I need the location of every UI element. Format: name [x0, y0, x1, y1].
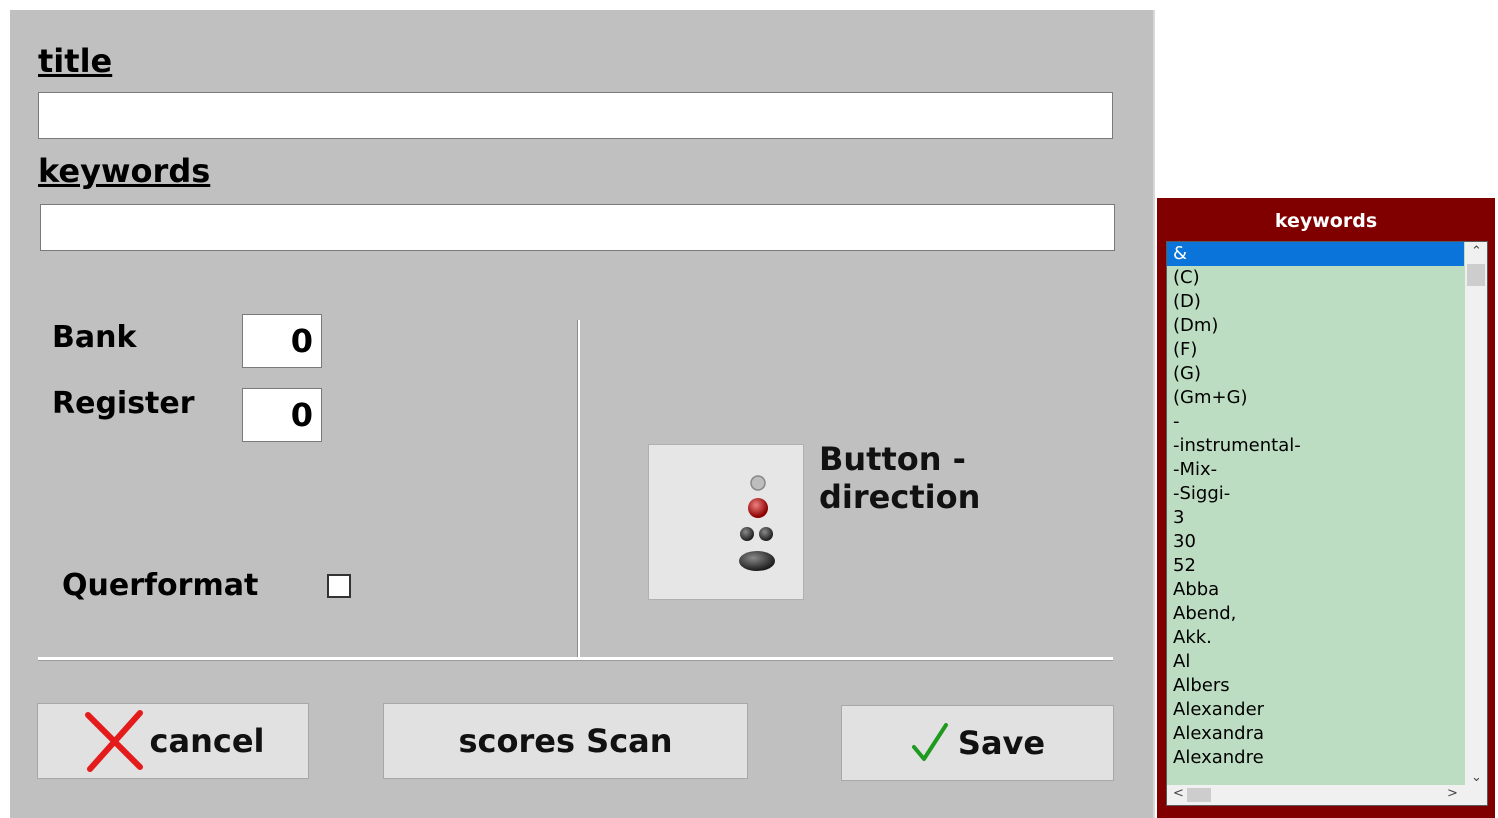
horizontal-divider	[38, 657, 1113, 663]
keyword-item[interactable]: -instrumental-	[1167, 434, 1464, 458]
keyword-item[interactable]: Albers	[1167, 674, 1464, 698]
vertical-divider	[577, 320, 581, 662]
keyword-item[interactable]: -	[1167, 410, 1464, 434]
keywords-panel: keywords & (C) (D) (Dm) (F) (G) (Gm+G) - -instru…	[1157, 198, 1495, 818]
keyword-item[interactable]: Abba	[1167, 578, 1464, 602]
keywords-list[interactable]: & (C) (D) (Dm) (F) (G) (Gm+G) - -instrumental- -M…	[1166, 241, 1488, 806]
scroll-up-arrow-icon[interactable]: ⌃	[1471, 244, 1482, 259]
landscape-label: Querformat	[62, 568, 259, 603]
keyword-item[interactable]: Alexandre	[1167, 746, 1464, 770]
cancel-label: cancel	[149, 722, 265, 760]
keywords-panel-title: keywords	[1274, 210, 1378, 232]
bank-input[interactable]: 0	[242, 314, 322, 368]
keyword-item[interactable]: Akk.	[1167, 626, 1464, 650]
dialog-edge	[1153, 10, 1155, 818]
scroll-right-arrow-icon[interactable]: >	[1447, 786, 1458, 801]
scroll-left-arrow-icon[interactable]: <	[1173, 786, 1184, 801]
scroll-down-arrow-icon[interactable]: ⌄	[1471, 770, 1482, 785]
scores-scan-label: scores Scan	[458, 722, 673, 760]
save-button[interactable]: Save	[841, 705, 1114, 781]
save-label: Save	[957, 724, 1046, 762]
direction-button[interactable]	[648, 444, 804, 600]
keyword-item[interactable]: Alexandra	[1167, 722, 1464, 746]
keyword-item[interactable]: -Mix-	[1167, 458, 1464, 482]
vertical-scrollbar[interactable]: ⌃ ⌄	[1465, 242, 1487, 787]
keyword-item[interactable]: (C)	[1167, 266, 1464, 290]
direction-icon	[739, 475, 775, 571]
register-label: Register	[52, 386, 195, 421]
keywords-input[interactable]	[40, 204, 1115, 251]
horizontal-scrollbar[interactable]: < >	[1167, 785, 1487, 805]
keyword-item[interactable]: Al	[1167, 650, 1464, 674]
direction-label: Button - direction	[819, 440, 981, 516]
landscape-checkbox[interactable]	[327, 574, 351, 598]
keywords-items: & (C) (D) (Dm) (F) (G) (Gm+G) - -instrumental- -M…	[1167, 242, 1464, 770]
keyword-item[interactable]: 30	[1167, 530, 1464, 554]
keywords-heading: keywords	[38, 152, 211, 190]
keyword-item[interactable]: (G)	[1167, 362, 1464, 386]
bank-label: Bank	[52, 320, 137, 355]
register-input[interactable]: 0	[242, 388, 322, 442]
keyword-item[interactable]: (D)	[1167, 290, 1464, 314]
title-input[interactable]	[38, 92, 1113, 139]
keyword-item[interactable]: Alexander	[1167, 698, 1464, 722]
title-heading: title	[38, 42, 113, 80]
keyword-item[interactable]: (F)	[1167, 338, 1464, 362]
keyword-item[interactable]: &	[1167, 242, 1464, 266]
keyword-item[interactable]: Abend,	[1167, 602, 1464, 626]
keyword-item[interactable]: (Gm+G)	[1167, 386, 1464, 410]
keyword-item[interactable]: (Dm)	[1167, 314, 1464, 338]
checkmark-icon	[911, 723, 948, 761]
cancel-x-icon	[84, 710, 143, 772]
keyword-item[interactable]: 52	[1167, 554, 1464, 578]
keyword-item[interactable]: 3	[1167, 506, 1464, 530]
scores-scan-button[interactable]: scores Scan	[383, 703, 748, 779]
cancel-button[interactable]: cancel	[37, 703, 309, 779]
horizontal-scroll-thumb[interactable]	[1187, 788, 1211, 802]
vertical-scroll-thumb[interactable]	[1467, 264, 1485, 286]
keyword-item[interactable]: -Siggi-	[1167, 482, 1464, 506]
